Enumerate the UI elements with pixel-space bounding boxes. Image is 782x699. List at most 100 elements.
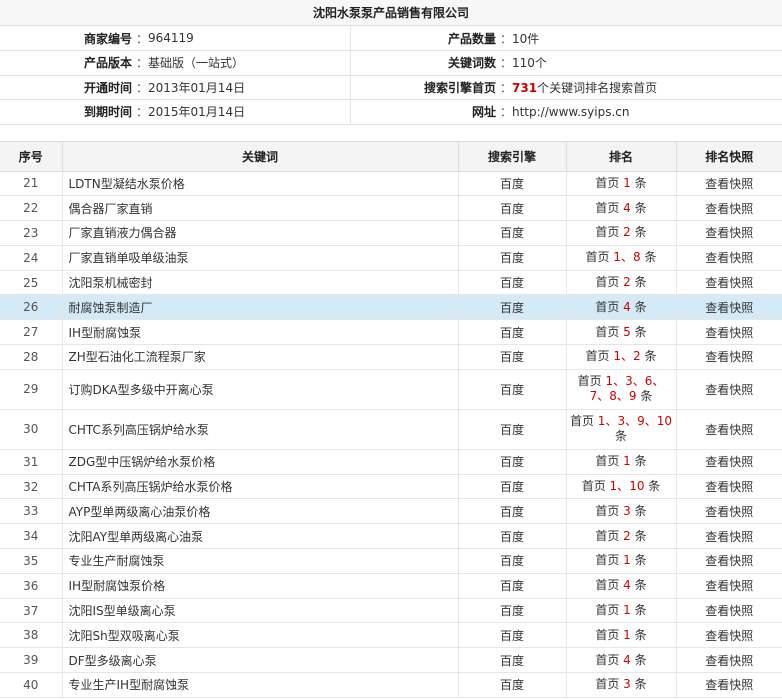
- keyword-cell: LDTN型凝结水泵价格: [62, 171, 459, 197]
- table-row: 27 IH型耐腐蚀泵 百度 首页 5 条查看快照: [0, 319, 782, 346]
- rank-suffix: 条: [634, 454, 647, 469]
- info-value: 731个关键词排名搜索首页: [508, 75, 782, 100]
- view-snapshot-link[interactable]: 查看快照: [676, 548, 782, 574]
- rank-number: 4: [623, 652, 631, 667]
- info-label: 关键词数: [350, 50, 500, 76]
- rank-number: 2: [623, 225, 631, 240]
- info-separator: ：: [500, 50, 512, 76]
- rank-separator: 、: [597, 389, 610, 404]
- rank-suffix: 条: [634, 175, 647, 190]
- table-row: 23 厂家直销液力偶合器 百度 首页 2 条查看快照: [0, 220, 782, 246]
- rank-cell: 首页 1、2 条: [566, 344, 677, 370]
- row-number: 36: [0, 573, 63, 599]
- first-page-text: 个关键词排名搜索首页: [537, 80, 658, 95]
- view-snapshot-link[interactable]: 查看快照: [676, 573, 782, 599]
- row-number: 23: [0, 220, 63, 246]
- header-rank: 排名: [566, 140, 677, 172]
- keyword-cell: IH型耐腐蚀泵: [62, 319, 459, 346]
- table-row: 24 厂家直销单吸单级油泵 百度 首页 1、8 条查看快照: [0, 245, 782, 271]
- view-snapshot-link[interactable]: 查看快照: [676, 270, 782, 296]
- view-snapshot-link[interactable]: 查看快照: [676, 319, 782, 346]
- rank-prefix: 首页: [595, 553, 620, 568]
- keyword-cell: IH型耐腐蚀泵价格: [62, 573, 459, 599]
- view-snapshot-link[interactable]: 查看快照: [676, 344, 782, 370]
- rank-prefix: 首页: [595, 175, 620, 190]
- rank-prefix: 首页: [595, 324, 620, 339]
- rank-cell: 首页 4 条: [566, 195, 677, 222]
- search-engine-cell: 百度: [458, 523, 567, 550]
- table-row: 29 订购DKA型多级中开离心泵 百度 首页 1、3、6、7、8、9 条查看快照: [0, 369, 782, 410]
- info-row: 到期时间： 2015年01月14日 网址： http://www.syips.cn: [0, 99, 782, 125]
- rank-cell: 首页 1 条: [566, 449, 677, 475]
- rank-prefix: 首页: [595, 652, 620, 667]
- row-number: 32: [0, 474, 63, 500]
- view-snapshot-link[interactable]: 查看快照: [676, 598, 782, 624]
- rank-number: 1: [623, 627, 631, 642]
- view-snapshot-link[interactable]: 查看快照: [676, 622, 782, 649]
- view-snapshot-link[interactable]: 查看快照: [676, 171, 782, 197]
- view-snapshot-link[interactable]: 查看快照: [676, 672, 782, 698]
- keyword-cell: 厂家直销液力偶合器: [62, 220, 459, 246]
- info-separator: ：: [136, 50, 148, 76]
- rank-suffix: 条: [644, 349, 657, 364]
- header-no: 序号: [0, 140, 63, 172]
- search-engine-cell: 百度: [458, 622, 567, 649]
- website-link[interactable]: http://www.syips.cn: [508, 99, 782, 125]
- rank-separator: 、: [632, 374, 645, 389]
- keyword-cell: 耐腐蚀泵制造厂: [62, 294, 459, 321]
- rank-number: 4: [623, 200, 631, 215]
- rank-separator: 、: [625, 414, 638, 429]
- info-label: 商家编号: [0, 26, 136, 51]
- table-row: 37 沈阳IS型单级离心泵 百度 首页 1 条查看快照: [0, 598, 782, 624]
- rank-suffix: 条: [644, 250, 657, 265]
- view-snapshot-link[interactable]: 查看快照: [676, 195, 782, 222]
- row-number: 22: [0, 195, 63, 222]
- view-snapshot-link[interactable]: 查看快照: [676, 498, 782, 525]
- row-number: 26: [0, 294, 63, 321]
- rank-cell: 首页 3 条: [566, 498, 677, 525]
- search-engine-cell: 百度: [458, 294, 567, 321]
- search-engine-cell: 百度: [458, 220, 567, 246]
- header-engine: 搜索引擎: [458, 140, 567, 172]
- search-engine-cell: 百度: [458, 344, 567, 370]
- info-separator: ：: [500, 99, 512, 125]
- view-snapshot-link[interactable]: 查看快照: [676, 369, 782, 410]
- view-snapshot-link[interactable]: 查看快照: [676, 449, 782, 475]
- rank-separator: 、: [652, 374, 665, 389]
- rank-separator: 、: [620, 250, 633, 265]
- view-snapshot-link[interactable]: 查看快照: [676, 523, 782, 550]
- row-number: 24: [0, 245, 63, 271]
- rank-separator: 、: [617, 479, 630, 494]
- search-engine-cell: 百度: [458, 171, 567, 197]
- rank-number: 3: [623, 503, 631, 518]
- view-snapshot-link[interactable]: 查看快照: [676, 409, 782, 450]
- info-label: 网址: [350, 99, 500, 125]
- info-label: 产品版本: [0, 50, 136, 76]
- view-snapshot-link[interactable]: 查看快照: [676, 245, 782, 271]
- rank-suffix: 条: [634, 528, 647, 543]
- keyword-cell: 专业生产IH型耐腐蚀泵: [62, 672, 459, 698]
- search-engine-cell: 百度: [458, 474, 567, 500]
- view-snapshot-link[interactable]: 查看快照: [676, 647, 782, 674]
- view-snapshot-link[interactable]: 查看快照: [676, 474, 782, 500]
- keyword-cell: ZDG型中压锅炉给水泵价格: [62, 449, 459, 475]
- rank-prefix: 首页: [585, 250, 610, 265]
- view-snapshot-link[interactable]: 查看快照: [676, 220, 782, 246]
- rank-number: 1: [623, 603, 631, 618]
- rank-prefix: 首页: [595, 627, 620, 642]
- table-header-row: 序号 关键词 搜索引擎 排名 排名快照: [0, 140, 782, 172]
- row-number: 21: [0, 171, 63, 197]
- rank-prefix: 首页: [595, 275, 620, 290]
- row-number: 31: [0, 449, 63, 475]
- table-row: 34 沈阳AY型单两级离心油泵 百度 首页 2 条查看快照: [0, 523, 782, 550]
- rank-separator: 、: [644, 414, 657, 429]
- rank-suffix: 条: [634, 324, 647, 339]
- rank-suffix: 条: [614, 429, 627, 444]
- table-row: 32 CHTA系列高压锅炉给水泵价格 百度 首页 1、10 条查看快照: [0, 474, 782, 500]
- rank-suffix: 条: [634, 299, 647, 314]
- keyword-cell: DF型多级离心泵: [62, 647, 459, 674]
- keyword-ranking-table: 序号 关键词 搜索引擎 排名 排名快照 21 LDTN型凝结水泵价格 百度 首页 1 …: [0, 140, 782, 698]
- rank-prefix: 首页: [595, 503, 620, 518]
- view-snapshot-link[interactable]: 查看快照: [676, 294, 782, 321]
- table-row: 35 专业生产耐腐蚀泵 百度 首页 1 条查看快照: [0, 548, 782, 574]
